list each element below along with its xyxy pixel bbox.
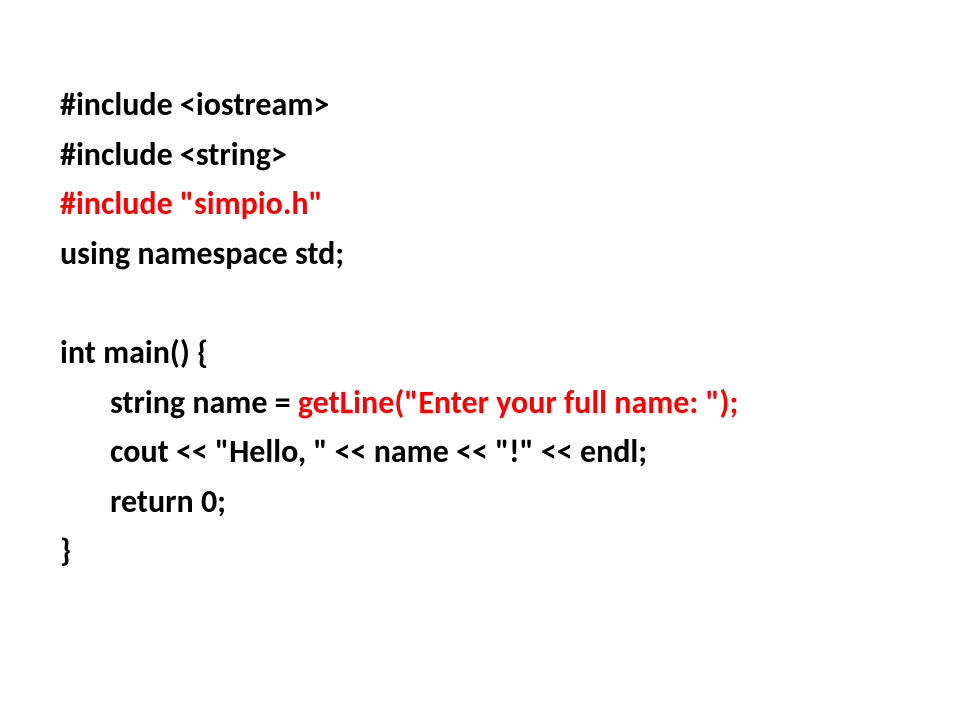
- code-line-cout: cout << "Hello, " << name << "!" << endl…: [60, 427, 900, 477]
- code-block: #include <iostream> #include <string> #i…: [60, 80, 900, 576]
- code-text-string-name: string name =: [110, 383, 298, 422]
- blank-line: [60, 278, 900, 328]
- code-line-getline: string name = getLine("Enter your full n…: [60, 378, 900, 428]
- code-text-getline-call: getLine("Enter your full name: ");: [298, 383, 738, 422]
- code-line-return: return 0;: [60, 477, 900, 527]
- code-line-include-iostream: #include <iostream>: [60, 80, 900, 130]
- code-line-main-close: }: [60, 526, 900, 576]
- code-line-using-namespace: using namespace std;: [60, 229, 900, 279]
- code-line-main-open: int main() {: [60, 328, 900, 378]
- code-line-include-string: #include <string>: [60, 130, 900, 180]
- code-line-include-simpio: #include "simpio.h": [60, 179, 900, 229]
